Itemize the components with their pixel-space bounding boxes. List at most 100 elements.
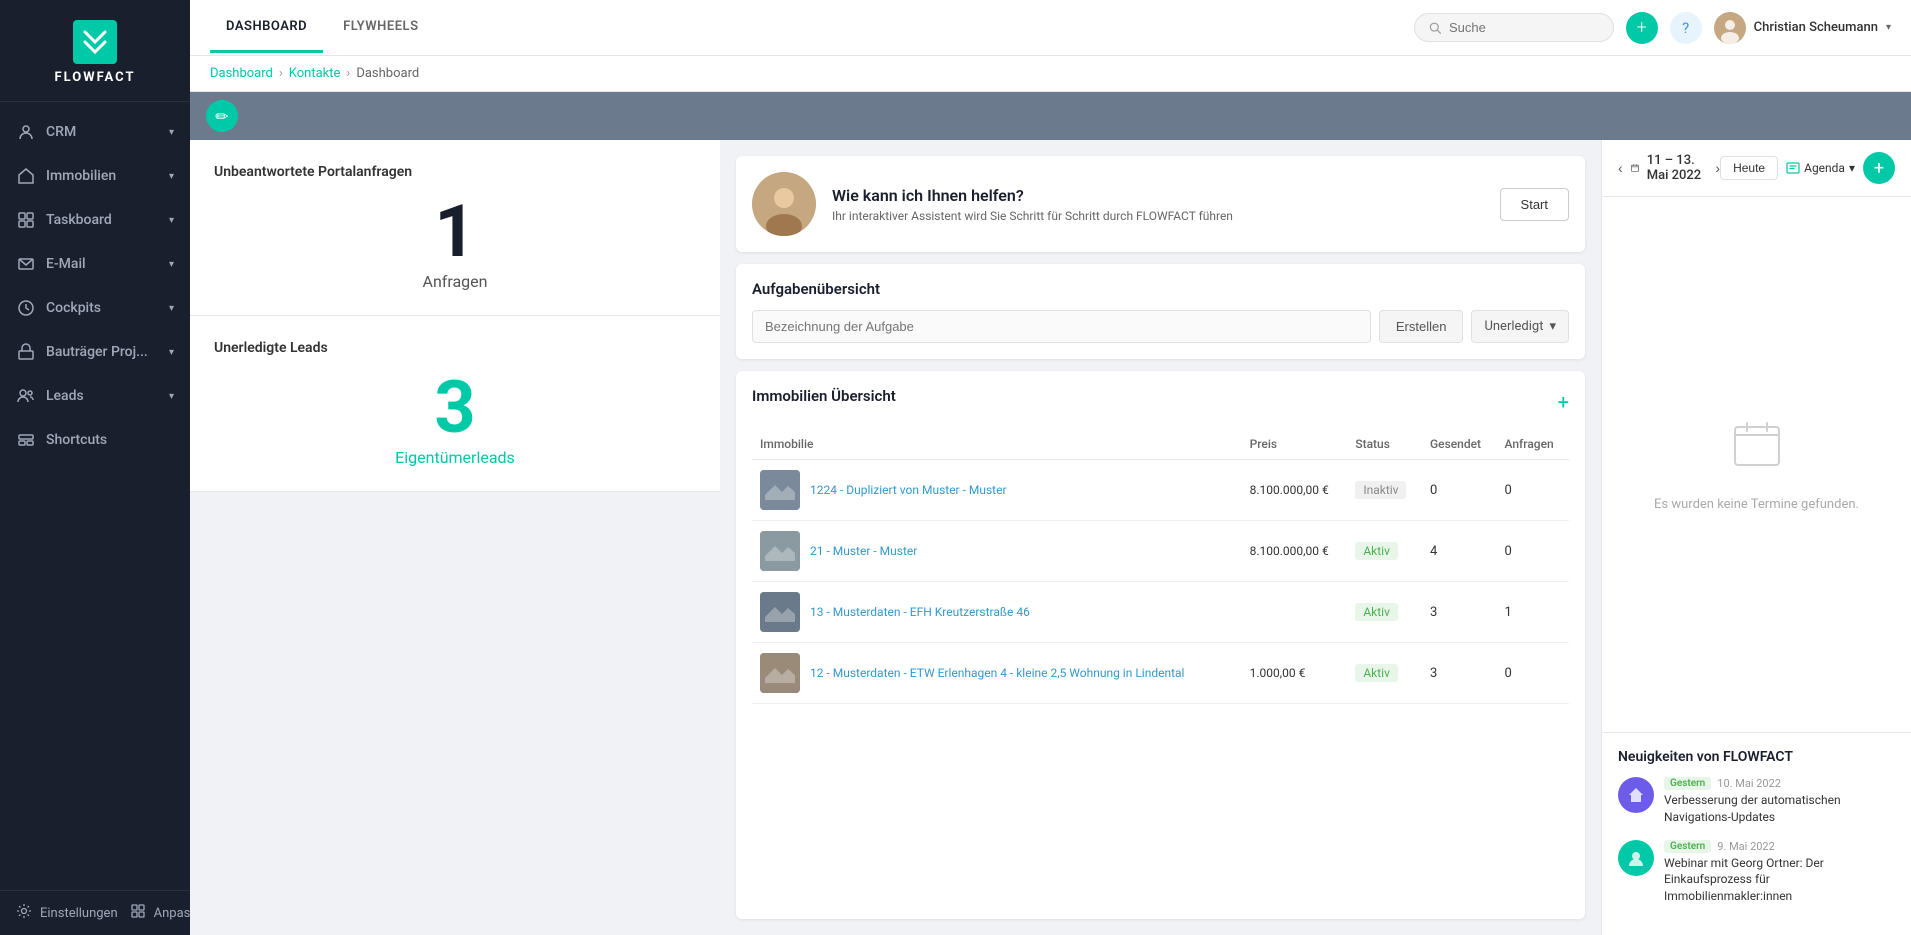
tab-dashboard[interactable]: DASHBOARD [210, 3, 323, 53]
breadcrumb-sep-2: › [346, 66, 350, 81]
prop-name: 1224 - Dupliziert von Muster - Muster [810, 483, 1007, 497]
search-icon [1429, 21, 1441, 35]
prop-price: 8.100.000,00 € [1242, 460, 1348, 521]
crm-chevron-icon: ▾ [169, 127, 174, 138]
prop-anfragen: 0 [1497, 521, 1569, 582]
sidebar-item-taskboard[interactable]: Taskboard ▾ [0, 198, 190, 242]
immobilien-chevron-icon: ▾ [169, 171, 174, 182]
right-panel: ‹ 11 – 13. Mai 2022 › Heute [1601, 140, 1911, 935]
col-gesendet: Gesendet [1422, 429, 1497, 460]
sidebar-nav: CRM ▾ Immobilien ▾ [0, 110, 190, 890]
prop-name-cell: 13 - Musterdaten - EFH Kreutzerstraße 46 [752, 582, 1242, 643]
table-row[interactable]: 21 - Muster - Muster 8.100.000,00 € Akti… [752, 521, 1569, 582]
portalanfragen-title: Unbeantwortete Portalanfragen [214, 164, 696, 180]
col-preis: Preis [1242, 429, 1348, 460]
sidebar-item-immobilien[interactable]: Immobilien ▾ [0, 154, 190, 198]
breadcrumb-item-1[interactable]: Dashboard [210, 66, 273, 81]
sidebar-item-email[interactable]: E-Mail ▾ [0, 242, 190, 286]
prop-gesendet: 0 [1422, 460, 1497, 521]
taskboard-chevron-icon: ▾ [169, 215, 174, 226]
sidebar-item-label-immobilien: Immobilien [46, 168, 116, 184]
list-item[interactable]: Gestern 10. Mai 2022 Verbesserung der au… [1618, 777, 1895, 826]
immobilien-table-container: Immobilie Preis Status Gesendet Anfragen [752, 429, 1569, 903]
tab-flywheels[interactable]: FLYWHEELS [327, 3, 434, 53]
news-date: 9. Mai 2022 [1717, 840, 1775, 853]
breadcrumb-item-2[interactable]: Kontakte [289, 66, 341, 81]
einstellungen-label: Einstellungen [40, 906, 118, 921]
breadcrumb: Dashboard › Kontakte › Dashboard [190, 56, 1911, 92]
task-input[interactable] [752, 310, 1371, 343]
table-row[interactable]: 12 - Musterdaten - ETW Erlenhagen 4 - kl… [752, 643, 1569, 704]
task-input-row: Erstellen Unerledigt ▾ [752, 310, 1569, 343]
list-item[interactable]: Gestern 9. Mai 2022 Webinar mit Georg Or… [1618, 840, 1895, 905]
table-row[interactable]: 1224 - Dupliziert von Muster - Muster 8.… [752, 460, 1569, 521]
sidebar-item-label-crm: CRM [46, 124, 76, 140]
settings-icon [16, 903, 32, 923]
anpassen-icon [130, 903, 146, 923]
help-button[interactable]: ? [1670, 12, 1702, 44]
avatar [1714, 12, 1746, 44]
header-right: + ? Christian Scheumann ▾ [1414, 12, 1891, 44]
flowfact-logo-icon[interactable] [73, 20, 117, 64]
sidebar-item-cockpits[interactable]: Cockpits ▾ [0, 286, 190, 330]
calendar-header: ‹ 11 – 13. Mai 2022 › Heute [1602, 140, 1911, 197]
prop-name: 13 - Musterdaten - EFH Kreutzerstraße 46 [810, 605, 1030, 619]
agenda-button[interactable]: Agenda ▾ [1786, 161, 1855, 175]
taskboard-icon [16, 210, 36, 230]
immobilien-icon [16, 166, 36, 186]
add-button[interactable]: + [1626, 12, 1658, 44]
sidebar-einstellungen[interactable]: Einstellungen [16, 903, 118, 923]
search-box[interactable] [1414, 13, 1614, 42]
assistant-title: Wie kann ich Ihnen helfen? [832, 186, 1484, 205]
assistant-card: Wie kann ich Ihnen helfen? Ihr interakti… [736, 156, 1585, 252]
news-title: Neuigkeiten von FLOWFACT [1618, 749, 1895, 765]
cal-prev-button[interactable]: ‹ [1618, 160, 1623, 176]
assistant-avatar [752, 172, 816, 236]
start-button[interactable]: Start [1500, 188, 1569, 221]
news-section: Neuigkeiten von FLOWFACT Gestern 10. Mai… [1602, 732, 1911, 935]
user-name: Christian Scheumann [1754, 20, 1878, 35]
bautraeger-chevron-icon: ▾ [169, 347, 174, 358]
breadcrumb-sep-1: › [279, 66, 283, 81]
prop-price [1242, 582, 1348, 643]
news-avatar [1618, 777, 1654, 813]
search-input[interactable] [1449, 20, 1599, 35]
assistant-text: Wie kann ich Ihnen helfen? Ihr interakti… [832, 186, 1484, 223]
edit-button[interactable]: ✏ [206, 100, 238, 132]
task-status-label: Unerledigt [1484, 319, 1543, 334]
prop-name-cell: 1224 - Dupliziert von Muster - Muster [752, 460, 1242, 521]
sidebar-item-crm[interactable]: CRM ▾ [0, 110, 190, 154]
header-tabs: DASHBOARD FLYWHEELS [210, 3, 1394, 53]
calendar-empty-icon [1729, 417, 1785, 485]
anfragen-label: Anfragen [214, 272, 696, 291]
news-badge: Gestern [1664, 840, 1711, 853]
today-button[interactable]: Heute [1720, 156, 1778, 180]
agenda-icon [1786, 161, 1800, 175]
prop-name: 21 - Muster - Muster [810, 544, 917, 558]
create-task-button[interactable]: Erstellen [1379, 310, 1464, 343]
sidebar-item-shortcuts[interactable]: Shortcuts [0, 418, 190, 462]
prop-name-cell: 21 - Muster - Muster [752, 521, 1242, 582]
sidebar-bottom: Einstellungen Anpassen [0, 890, 190, 935]
prop-status: Aktiv [1347, 643, 1422, 704]
task-status-select[interactable]: Unerledigt ▾ [1471, 310, 1569, 343]
calendar-nav: ‹ 11 – 13. Mai 2022 › [1618, 153, 1720, 183]
portalanfragen-section: Unbeantwortete Portalanfragen 1 Anfragen [190, 140, 720, 316]
middle-panel: Wie kann ich Ihnen helfen? Ihr interakti… [720, 140, 1601, 935]
prop-gesendet: 3 [1422, 643, 1497, 704]
sidebar-item-leads[interactable]: Leads ▾ [0, 374, 190, 418]
news-list: Gestern 10. Mai 2022 Verbesserung der au… [1618, 777, 1895, 905]
immobilien-table: Immobilie Preis Status Gesendet Anfragen [752, 429, 1569, 704]
col-immobilie: Immobilie [752, 429, 1242, 460]
edit-bar: ✏ [190, 92, 1911, 140]
sidebar-item-bautraeger[interactable]: Bauträger Proj... ▾ [0, 330, 190, 374]
leads-section: Unerledigte Leads 3 Eigentümerleads [190, 316, 720, 492]
user-area[interactable]: Christian Scheumann ▾ [1714, 12, 1891, 44]
prop-anfragen: 1 [1497, 582, 1569, 643]
left-panel: Unbeantwortete Portalanfragen 1 Anfragen… [190, 140, 720, 935]
table-row[interactable]: 13 - Musterdaten - EFH Kreutzerstraße 46… [752, 582, 1569, 643]
content-area: Unbeantwortete Portalanfragen 1 Anfragen… [190, 140, 1911, 935]
leads-label: Eigentümerleads [214, 448, 696, 467]
add-event-button[interactable]: + [1863, 152, 1895, 184]
add-immobilie-button[interactable]: + [1558, 390, 1569, 414]
